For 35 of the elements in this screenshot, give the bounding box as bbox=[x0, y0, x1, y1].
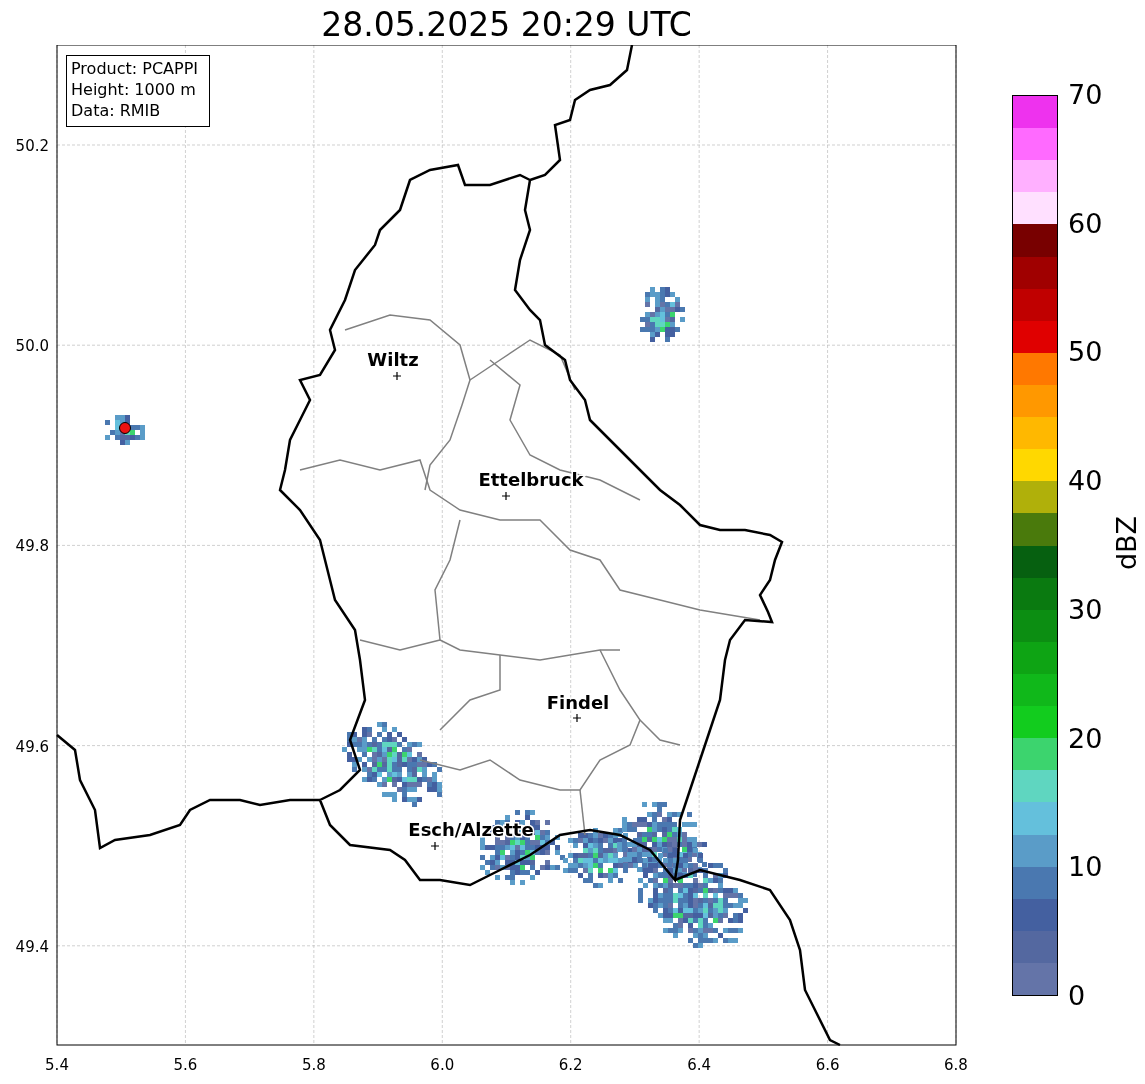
x-tick-label: 5.4 bbox=[45, 1056, 69, 1074]
x-tick-label: 6.6 bbox=[815, 1056, 840, 1074]
y-tick-label: 49.6 bbox=[15, 737, 49, 756]
x-tick-label: 6.4 bbox=[687, 1056, 712, 1074]
x-tick-label: 5.6 bbox=[173, 1056, 198, 1074]
info-text: Product: PCAPPI bbox=[71, 59, 198, 78]
y-tick-label: 49.8 bbox=[15, 537, 49, 556]
info-text: Height: 1000 m bbox=[71, 80, 196, 99]
colorbar-tick-label: 60 bbox=[1068, 208, 1103, 239]
radar-site-marker bbox=[119, 422, 131, 434]
city-marker-icon bbox=[392, 371, 402, 381]
info-text: Data: RMIB bbox=[71, 101, 161, 120]
x-tick-label: 6.2 bbox=[558, 1056, 583, 1074]
x-tick-label: 6.8 bbox=[944, 1056, 968, 1074]
colorbar-tick-label: 20 bbox=[1068, 723, 1103, 754]
city-marker-icon bbox=[430, 841, 440, 851]
x-tick-label: 5.8 bbox=[301, 1056, 326, 1074]
city-label: Wiltz bbox=[367, 349, 419, 370]
colorbar-tick-label: 40 bbox=[1068, 466, 1103, 497]
y-tick-label: 49.4 bbox=[15, 937, 49, 956]
x-tick-label: 6.0 bbox=[430, 1056, 455, 1074]
radar-echo-drawing bbox=[640, 287, 685, 342]
colorbar-tick-label: 0 bbox=[1068, 981, 1086, 1011]
colorbar-tick-label: 70 bbox=[1068, 80, 1103, 110]
y-tick-label: 50.2 bbox=[15, 137, 49, 155]
city-marker-icon bbox=[572, 713, 582, 723]
chart-title: 28.05.2025 20:29 UTC bbox=[321, 5, 692, 45]
y-tick-label: 50.0 bbox=[15, 337, 49, 356]
colorbar-tick-label: 10 bbox=[1068, 852, 1103, 883]
city-label: Findel bbox=[546, 692, 610, 713]
colorbar-label: dBZ bbox=[1112, 515, 1143, 571]
city-marker-icon bbox=[501, 491, 511, 501]
colorbar-tick-label: 50 bbox=[1068, 337, 1103, 368]
colorbar-tick-label: 30 bbox=[1068, 594, 1103, 625]
city-label: Ettelbruck bbox=[478, 469, 584, 490]
